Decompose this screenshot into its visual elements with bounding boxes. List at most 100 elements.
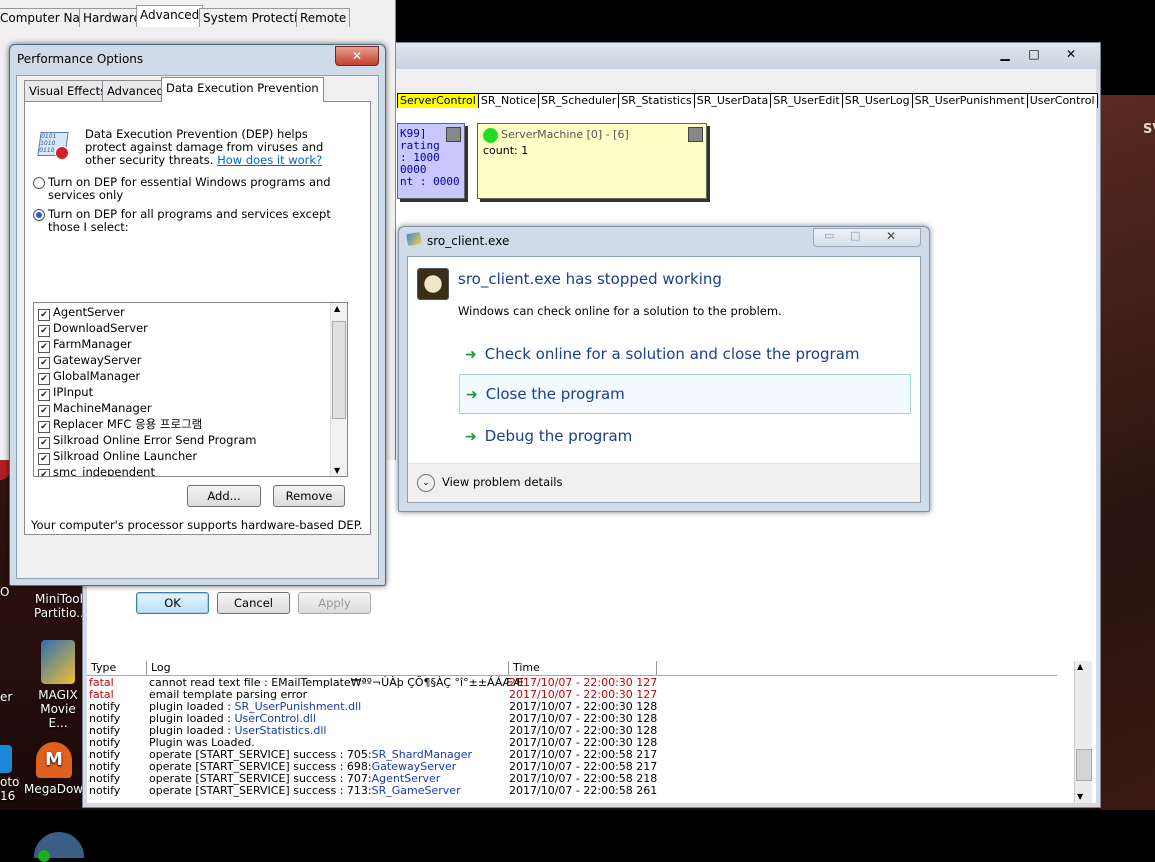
close-button[interactable]: ✕ (335, 46, 379, 66)
magix-icon (41, 640, 75, 684)
desktop-icon-label: oto (0, 775, 20, 789)
chevron-down-icon[interactable]: ⌄ (417, 474, 435, 492)
desktop-icon-megadownloader[interactable]: M MegaDow... (24, 742, 93, 796)
app-icon (406, 231, 423, 249)
tab-dep[interactable]: Data Execution Prevention (161, 77, 324, 102)
desktop-icon-partial-2[interactable]: oto 16 (0, 745, 19, 803)
cancel-button[interactable]: Cancel (217, 592, 290, 614)
log-header: Type Log Time (87, 661, 1057, 676)
dep-list-item[interactable]: ✔ DownloadServer (34, 320, 256, 337)
remove-button[interactable]: Remove (273, 485, 345, 507)
dep-list-item[interactable]: ✔ Silkroad Online Error Send Program (34, 432, 257, 449)
how-it-works-link[interactable]: How does it work? (217, 153, 322, 167)
crash-heading: sro_client.exe has stopped working (458, 270, 722, 288)
close-icon: ✕ (351, 49, 363, 63)
dep-description: Data Execution Prevention (DEP) helps pr… (85, 128, 330, 167)
scroll-down-icon[interactable]: ▼ (334, 466, 340, 475)
server-machine-box[interactable]: ServerMachine [0] - [6] count: 1 (477, 123, 707, 199)
apply-button[interactable]: Apply (298, 592, 371, 614)
minimize-button[interactable]: ▁ (991, 45, 1019, 63)
log-message-link: SR_GameServer (371, 784, 461, 797)
tab-advanced[interactable]: Advanced (102, 80, 169, 101)
option-label: Debug the program (484, 427, 633, 445)
dep-list-item-label: smc_independent (53, 465, 155, 477)
radio-all-icon[interactable] (33, 209, 45, 221)
dep-list-item[interactable]: ✔ smc_independent (34, 464, 256, 477)
desktop-icon-magix[interactable]: MAGIX Movie E... (32, 640, 84, 730)
check-online-option[interactable]: ➜ Check online for a solution and close t… (459, 335, 909, 373)
app-icon (0, 745, 12, 773)
desktop-label-partial-2[interactable]: er (0, 690, 12, 704)
scroll-up-icon[interactable]: ▲ (1077, 662, 1083, 671)
dep-list-item[interactable]: ✔ MachineManager (34, 400, 256, 417)
tab-visual-effects[interactable]: Visual Effects (24, 80, 112, 101)
crash-subtext: Windows can check online for a solution … (458, 304, 782, 318)
hardware-dep-status: Your computer's processor supports hardw… (31, 518, 363, 532)
tab-servercontrol[interactable]: ServerControl (397, 93, 479, 108)
dep-exception-list[interactable]: ✔ AgentServer ✔ DownloadServer ✔ FarmManager ✔… (33, 302, 348, 477)
dep-list-item-label: GlobalManager (53, 369, 141, 383)
radio-all-label: Turn on DEP for all programs and service… (48, 207, 331, 234)
dep-list-item[interactable]: ✔ Replacer MFC 응용 프로그램 (34, 416, 256, 433)
dep-list-item[interactable]: ✔ AgentServer (34, 304, 256, 321)
dep-list-item[interactable]: ✔ GlobalManager (34, 368, 256, 385)
sro-app-icon (417, 268, 449, 300)
col-log[interactable]: Log (147, 661, 509, 675)
radio-essential[interactable]: Turn on DEP for essential Windows progra… (33, 176, 338, 202)
option-label: Check online for a solution and close th… (484, 345, 860, 363)
node-toggle-square[interactable] (446, 127, 461, 142)
desktop-label-partial-1[interactable]: O (0, 585, 9, 599)
server-node-box[interactable]: K99] rating : 1000 0000 nt : 0000 (397, 123, 465, 199)
status-icon (38, 850, 50, 862)
dep-panel: 0101 1010 0110 Data Execution Prevention (… (24, 101, 371, 535)
ok-button[interactable]: OK (136, 592, 209, 614)
close-icon[interactable]: ✕ (886, 229, 896, 243)
log-message: operate [START_SERVICE] success : 713:SR… (149, 785, 461, 797)
log-row[interactable]: notify operate [START_SERVICE] success : … (87, 785, 1077, 797)
tab-sr-useredit[interactable]: SR_UserEdit (770, 93, 843, 108)
checkbox-checked-icon[interactable]: ✔ (38, 469, 50, 476)
log-panel: Type Log Time fatal cannot read text file… (87, 661, 1096, 803)
tab-sr-userdata[interactable]: SR_UserData (693, 93, 772, 108)
green-arrow-icon: ➜ (465, 429, 477, 445)
col-time[interactable]: Time (509, 661, 657, 675)
log-scrollbar[interactable]: ▲ ▼ (1074, 661, 1092, 803)
add-button[interactable]: Add... (187, 485, 261, 507)
maximize-button[interactable]: □ (1020, 45, 1048, 63)
desktop-icon-label: O (0, 585, 10, 599)
desktop-icon-label: 16 (0, 789, 16, 803)
tab-sr-statistics[interactable]: SR_Statistics (618, 93, 695, 108)
tab-usercontrol[interactable]: UserControl (1026, 93, 1098, 108)
dep-list-item-label: Silkroad Online Error Send Program (53, 433, 257, 447)
dialog-body: Visual Effects Advanced Data Execution P… (16, 75, 379, 614)
tab-sr-userpunishment[interactable]: SR_UserPunishment (911, 93, 1028, 108)
dialog-title: Performance Options (17, 52, 144, 66)
radio-all[interactable]: Turn on DEP for all programs and service… (33, 208, 338, 234)
radio-essential-icon[interactable] (33, 177, 45, 189)
scroll-up-icon[interactable]: ▲ (334, 304, 340, 313)
list-scrollbar[interactable]: ▲ ▼ (330, 303, 347, 476)
dep-list-item[interactable]: ✔ IPInput (34, 384, 256, 401)
tab-sr-scheduler[interactable]: SR_Scheduler (538, 93, 620, 108)
tab-sr-notice[interactable]: SR_Notice (477, 93, 540, 108)
col-type[interactable]: Type (87, 661, 147, 675)
desktop-icon-minitool[interactable]: MiniTool Partitio... (34, 592, 88, 620)
tab-advanced[interactable]: Advanced (136, 5, 204, 27)
minimize-icon: ▭ (824, 229, 835, 242)
dep-list-item[interactable]: ✔ GatewayServer (34, 352, 256, 369)
dep-list-item[interactable]: ✔ FarmManager (34, 336, 256, 353)
dep-list-item[interactable]: ✔ Silkroad Online Launcher (34, 448, 256, 465)
tab-remote[interactable]: Remote (296, 8, 351, 27)
scroll-thumb[interactable] (332, 321, 346, 419)
view-details-toggle[interactable]: View problem details (442, 475, 563, 489)
close-button[interactable]: ✕ (1051, 45, 1091, 63)
close-program-option[interactable]: ➜ Close the program (459, 374, 911, 414)
tab-sr-userlog[interactable]: SR_UserLog (841, 93, 913, 108)
machine-toggle-square[interactable] (688, 127, 703, 142)
scroll-down-icon[interactable]: ▼ (1077, 792, 1083, 801)
server-tabs: ServerControl SR_Notice SR_Scheduler SR_Sta… (397, 93, 1098, 111)
debug-program-option[interactable]: ➜ Debug the program (459, 417, 909, 455)
caption-buttons: ▭ □ ✕ (813, 228, 921, 247)
node-line: nt : 0000 (400, 175, 460, 188)
scroll-thumb[interactable] (1076, 749, 1092, 781)
